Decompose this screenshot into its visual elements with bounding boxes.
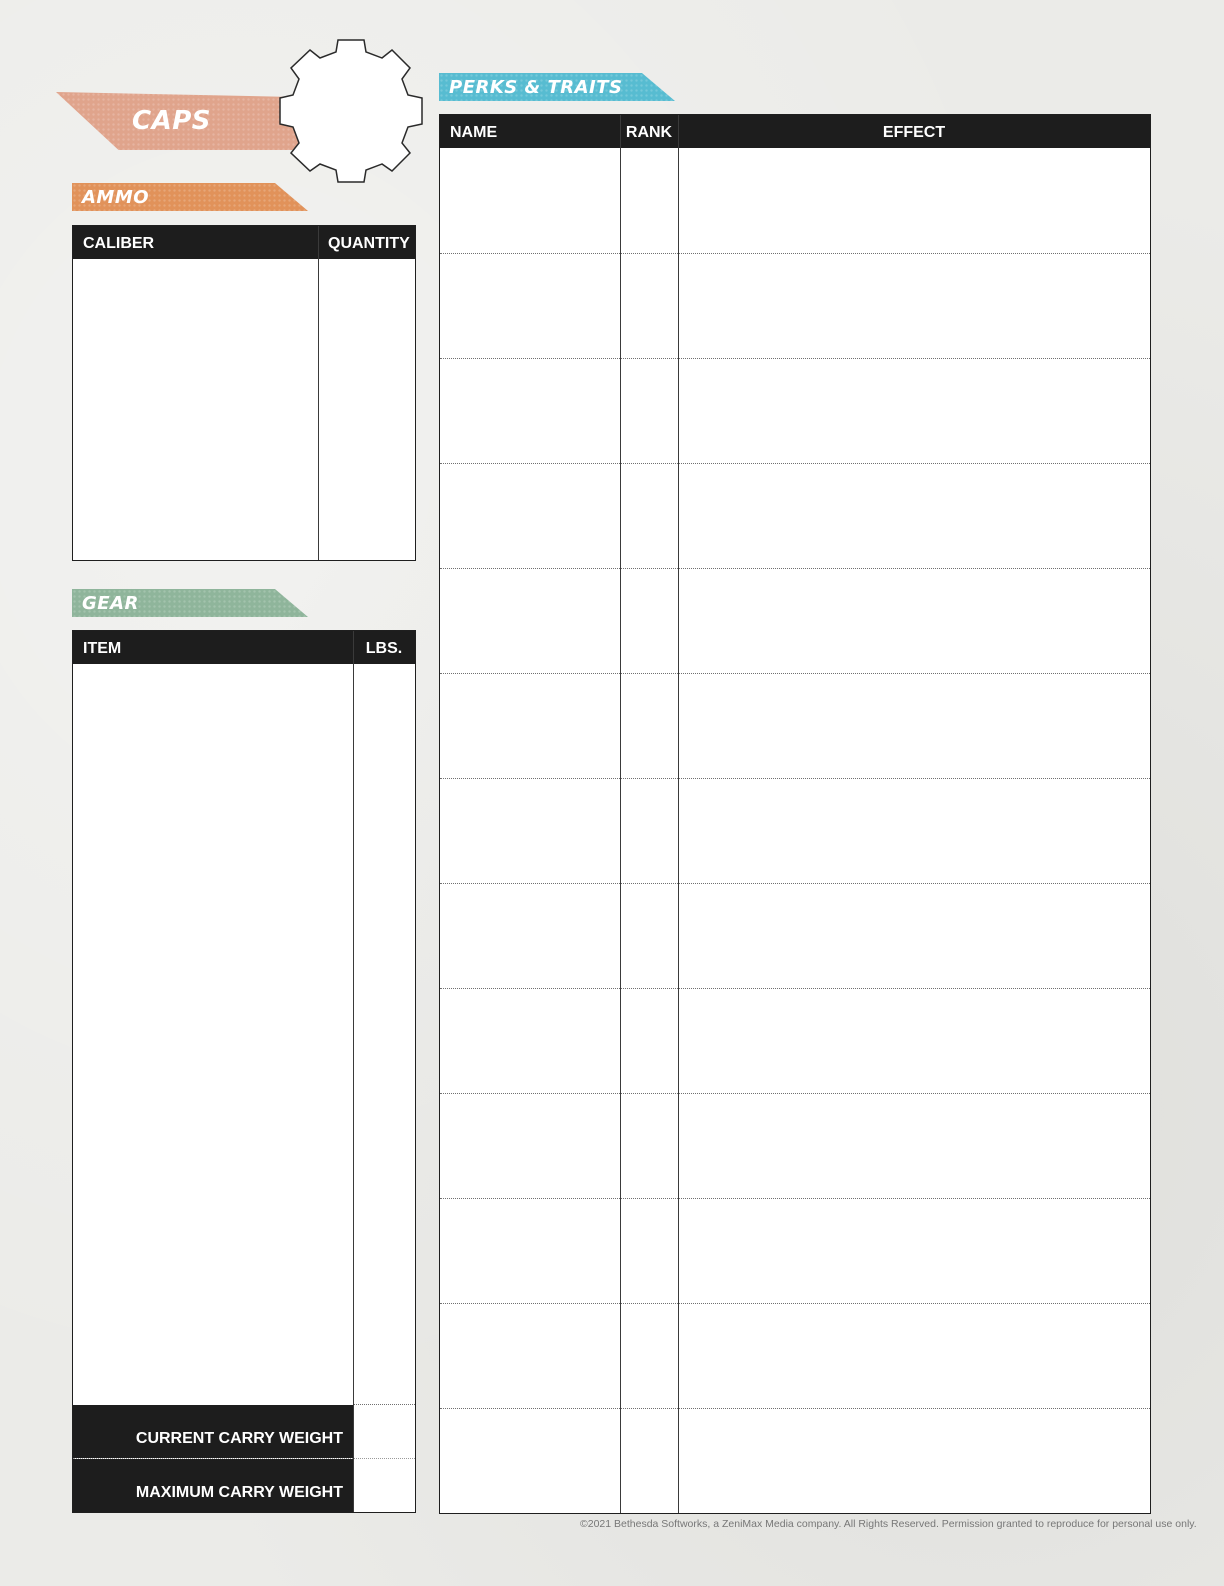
current-carry-weight-field[interactable] [354, 1405, 415, 1458]
perk-rank-field[interactable] [621, 1409, 678, 1512]
perks-traits-banner: PERKS & TRAITS [439, 73, 675, 101]
perk-name-field[interactable] [440, 569, 620, 672]
perk-rank-field[interactable] [621, 989, 678, 1092]
gear-table-header: ITEM LBS. [73, 631, 415, 664]
perk-rank-field[interactable] [621, 779, 678, 882]
perk-rank-field[interactable] [621, 1304, 678, 1407]
perk-effect-field[interactable] [679, 254, 1150, 357]
column-header-rank: RANK [625, 124, 673, 141]
perk-effect-field[interactable] [679, 1094, 1150, 1197]
ammo-quantity-area[interactable] [319, 259, 415, 560]
ammo-entry-area[interactable] [73, 259, 318, 560]
perks-table-header: NAME RANK EFFECT [440, 115, 1150, 148]
ammo-table: CALIBER QUANTITY [72, 225, 416, 561]
perks-traits-table: NAME RANK EFFECT [439, 114, 1151, 1514]
current-carry-weight-label-cell: CURRENT CARRY WEIGHT [73, 1405, 353, 1458]
perk-name-field[interactable] [440, 254, 620, 357]
gear-banner: GEAR [72, 589, 308, 617]
perk-rank-field[interactable] [621, 1094, 678, 1197]
gear-table: ITEM LBS. CURRENT CARRY WEIGHT MAXIMUM C… [72, 630, 416, 1513]
perk-rank-field[interactable] [621, 149, 678, 252]
maximum-carry-weight-label-cell: MAXIMUM CARRY WEIGHT [73, 1459, 353, 1512]
column-header-item: ITEM [83, 640, 122, 657]
perk-rank-field[interactable] [621, 359, 678, 462]
perk-name-field[interactable] [440, 989, 620, 1092]
maximum-carry-weight-field[interactable] [354, 1459, 415, 1512]
perk-effect-field[interactable] [679, 1409, 1150, 1512]
perk-row [440, 569, 1150, 672]
column-header-quantity: QUANTITY [328, 235, 410, 252]
perk-effect-field[interactable] [679, 989, 1150, 1092]
perk-effect-field[interactable] [679, 779, 1150, 882]
perk-row [440, 149, 1150, 252]
perk-name-field[interactable] [440, 149, 620, 252]
perk-name-field[interactable] [440, 674, 620, 777]
column-header-effect: EFFECT [882, 124, 946, 141]
perk-name-field[interactable] [440, 359, 620, 462]
maximum-carry-weight-label: MAXIMUM CARRY WEIGHT [135, 1484, 343, 1501]
column-header-name: NAME [450, 124, 498, 141]
perk-effect-field[interactable] [679, 884, 1150, 987]
perk-effect-field[interactable] [679, 1304, 1150, 1407]
perk-effect-field[interactable] [679, 1199, 1150, 1302]
perk-rank-field[interactable] [621, 464, 678, 567]
perk-name-field[interactable] [440, 884, 620, 987]
perk-effect-field[interactable] [679, 149, 1150, 252]
caps-gear-icon[interactable] [278, 38, 424, 184]
copyright-footer: ©2021 Bethesda Softworks, a ZeniMax Medi… [580, 1518, 1197, 1530]
perk-row [440, 884, 1150, 987]
perk-name-field[interactable] [440, 779, 620, 882]
perk-row [440, 254, 1150, 357]
perk-effect-field[interactable] [679, 674, 1150, 777]
perk-name-field[interactable] [440, 464, 620, 567]
perk-row [440, 1094, 1150, 1197]
perk-row [440, 464, 1150, 567]
perk-row [440, 1304, 1150, 1407]
ammo-table-header: CALIBER QUANTITY [73, 226, 415, 259]
perk-row [440, 989, 1150, 1092]
perk-row [440, 1199, 1150, 1302]
perk-rank-field[interactable] [621, 254, 678, 357]
gear-label: GEAR [82, 592, 139, 614]
perk-effect-field[interactable] [679, 464, 1150, 567]
perk-row [440, 779, 1150, 882]
perk-row [440, 674, 1150, 777]
ammo-label: AMMO [82, 186, 150, 208]
perk-effect-field[interactable] [679, 359, 1150, 462]
column-header-lbs: LBS. [365, 640, 403, 657]
column-header-caliber: CALIBER [83, 235, 155, 252]
perk-row [440, 1409, 1150, 1512]
perk-name-field[interactable] [440, 1094, 620, 1197]
perk-rank-field[interactable] [621, 569, 678, 672]
gear-item-area[interactable] [73, 664, 353, 1404]
ammo-banner: AMMO [72, 183, 308, 211]
caps-label: CAPS [132, 106, 211, 136]
perk-rank-field[interactable] [621, 884, 678, 987]
perk-name-field[interactable] [440, 1199, 620, 1302]
perk-rank-field[interactable] [621, 674, 678, 777]
gear-lbs-area[interactable] [354, 664, 415, 1404]
perks-traits-label: PERKS & TRAITS [449, 76, 623, 98]
perk-name-field[interactable] [440, 1304, 620, 1407]
perk-effect-field[interactable] [679, 569, 1150, 672]
current-carry-weight-label: CURRENT CARRY WEIGHT [135, 1430, 343, 1447]
perk-name-field[interactable] [440, 1409, 620, 1512]
perk-rank-field[interactable] [621, 1199, 678, 1302]
perk-row [440, 359, 1150, 462]
